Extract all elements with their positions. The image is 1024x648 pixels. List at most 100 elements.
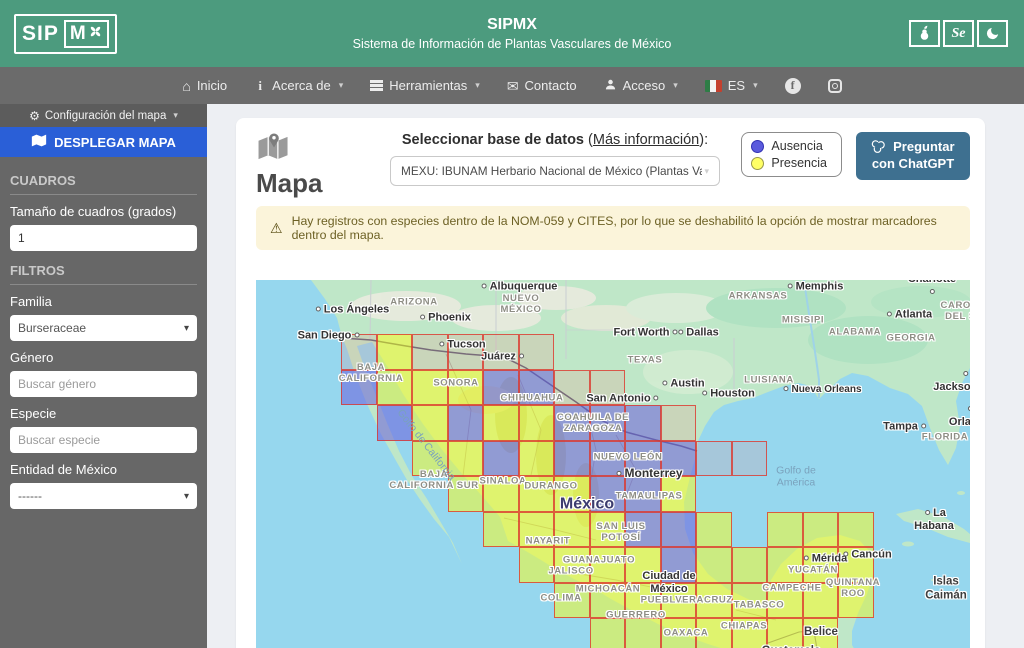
grid-cell[interactable] (732, 618, 768, 648)
grid-cell[interactable] (625, 512, 661, 548)
grid-cell[interactable] (377, 334, 413, 370)
sipmx-logo[interactable]: SIP M (14, 14, 117, 54)
grid-cell[interactable] (448, 370, 484, 406)
grid-cell[interactable] (625, 618, 661, 648)
grid-cell[interactable] (483, 476, 519, 512)
nav-item-acceso[interactable]: Acceso▾ (604, 78, 678, 94)
nav-item-inicio[interactable]: ⌂Inicio (182, 78, 227, 93)
entidad-select[interactable]: ------ ▾ (10, 483, 197, 509)
grid-cell[interactable] (838, 512, 874, 548)
grid-cell[interactable] (341, 370, 377, 406)
grid-cell[interactable] (732, 441, 768, 477)
chevron-down-icon: ▾ (173, 110, 178, 121)
nav-item-acerca-de[interactable]: iAcerca de▾ (254, 78, 343, 94)
grid-cell[interactable] (483, 334, 519, 370)
grid-cell[interactable] (483, 512, 519, 548)
grid-cell[interactable] (625, 583, 661, 619)
grid-cell[interactable] (519, 370, 555, 406)
grid-cell[interactable] (767, 618, 803, 648)
nav-item-herramientas[interactable]: Herramientas▾ (370, 78, 480, 93)
grid-cell[interactable] (803, 583, 839, 619)
grid-cell[interactable] (767, 583, 803, 619)
grid-cell[interactable] (696, 512, 732, 548)
grid-cell[interactable] (412, 334, 448, 370)
grid-cell[interactable] (341, 334, 377, 370)
grid-cell[interactable] (732, 547, 768, 583)
grid-cell[interactable] (625, 441, 661, 477)
grid-cell[interactable] (554, 476, 590, 512)
grid-cell[interactable] (590, 547, 626, 583)
grid-cell[interactable] (625, 476, 661, 512)
grid-cell[interactable] (803, 547, 839, 583)
grid-cell[interactable] (838, 583, 874, 619)
grid-cell[interactable] (448, 476, 484, 512)
grid-cell[interactable] (661, 547, 697, 583)
grid-cell[interactable] (696, 583, 732, 619)
grid-cell[interactable] (519, 512, 555, 548)
grid-cell[interactable] (590, 476, 626, 512)
grid-cell[interactable] (838, 547, 874, 583)
desplegar-mapa-button[interactable]: DESPLEGAR MAPA (0, 127, 207, 157)
grid-cell[interactable] (625, 547, 661, 583)
mas-informacion-link[interactable]: Más información (593, 132, 699, 148)
grid-cell[interactable] (590, 512, 626, 548)
grid-cell[interactable] (554, 547, 590, 583)
tamano-cuadros-input[interactable] (10, 225, 197, 251)
grid-cell[interactable] (661, 512, 697, 548)
grid-cell[interactable] (767, 512, 803, 548)
grid-cell[interactable] (554, 370, 590, 406)
grid-cell[interactable] (590, 583, 626, 619)
grid-cell[interactable] (519, 334, 555, 370)
moon-icon[interactable] (977, 20, 1008, 47)
grid-cell[interactable] (661, 583, 697, 619)
grid-cell[interactable] (377, 405, 413, 441)
grid-cell[interactable] (412, 370, 448, 406)
genero-input[interactable] (10, 371, 197, 397)
grid-cell[interactable] (519, 441, 555, 477)
grid-cell[interactable] (696, 441, 732, 477)
grid-cell[interactable] (519, 405, 555, 441)
nav-item-es[interactable]: ES▾ (705, 78, 758, 93)
grid-cell[interactable] (696, 618, 732, 648)
grid-cell[interactable] (554, 441, 590, 477)
grid-cell[interactable] (412, 441, 448, 477)
grid-cell[interactable] (519, 476, 555, 512)
grid-cell[interactable] (590, 618, 626, 648)
nav-item-instagram[interactable] (828, 79, 842, 93)
grid-cell[interactable] (803, 618, 839, 648)
grid-cell[interactable] (661, 618, 697, 648)
config-del-mapa-toggle[interactable]: ⚙ Configuración del mapa ▾ (0, 104, 207, 127)
grid-cell[interactable] (732, 583, 768, 619)
grid-cell[interactable] (696, 547, 732, 583)
grid-cell[interactable] (590, 441, 626, 477)
grid-cell[interactable] (483, 370, 519, 406)
grid-cell[interactable] (448, 334, 484, 370)
grid-cell[interactable] (448, 405, 484, 441)
grid-cell[interactable] (661, 441, 697, 477)
grid-cell[interactable] (661, 476, 697, 512)
fruit-icon[interactable] (909, 20, 940, 47)
grid-cell[interactable] (483, 405, 519, 441)
grid-cell[interactable] (448, 441, 484, 477)
nav-item-contacto[interactable]: ✉Contacto (507, 78, 577, 93)
grid-cell[interactable] (377, 370, 413, 406)
se-logo[interactable]: Se (943, 20, 974, 47)
grid-cell[interactable] (767, 547, 803, 583)
grid-cell[interactable] (554, 405, 590, 441)
grid-cell[interactable] (412, 405, 448, 441)
mexico-grid-map[interactable]: Los ÁngelesSan DiegoPhoenixTucsonAlbuque… (256, 280, 970, 648)
chatgpt-button[interactable]: Preguntar con ChatGPT (856, 132, 970, 180)
grid-cell[interactable] (483, 441, 519, 477)
grid-cell[interactable] (661, 405, 697, 441)
grid-cell[interactable] (519, 547, 555, 583)
grid-cell[interactable] (590, 370, 626, 406)
familia-select[interactable]: Burseraceae ▾ (10, 315, 197, 341)
grid-cell[interactable] (554, 512, 590, 548)
grid-cell[interactable] (554, 583, 590, 619)
nav-item-facebook[interactable]: f (785, 78, 801, 94)
grid-cell[interactable] (625, 405, 661, 441)
grid-cell[interactable] (590, 405, 626, 441)
especie-input[interactable] (10, 427, 197, 453)
grid-cell[interactable] (803, 512, 839, 548)
database-select[interactable]: MEXU: IBUNAM Herbario Nacional de México… (390, 156, 720, 186)
